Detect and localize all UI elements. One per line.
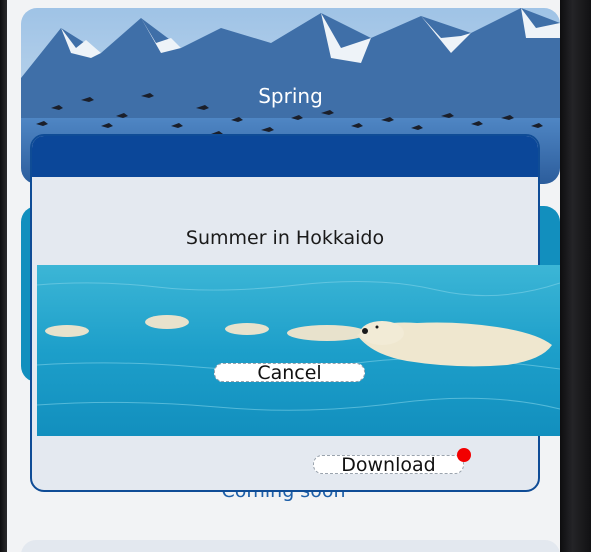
card-next[interactable] (21, 540, 560, 552)
dialog-header (32, 136, 538, 177)
polar-bear-swimming-image (37, 265, 560, 436)
cancel-button[interactable]: Cancel (214, 363, 365, 383)
device-frame-left (0, 0, 7, 552)
download-button[interactable]: Download (313, 455, 464, 475)
dialog-title: Summer in Hokkaido (185, 227, 385, 249)
device-frame-right (560, 0, 591, 552)
notification-badge (457, 448, 471, 462)
card-spring-label: Spring (258, 84, 323, 108)
